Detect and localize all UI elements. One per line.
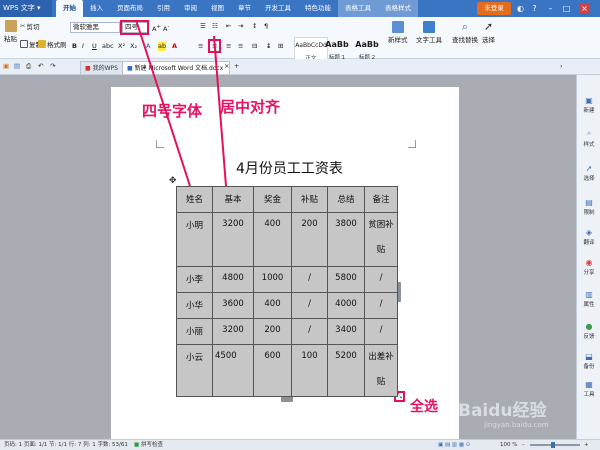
margin-mark-left <box>156 140 164 148</box>
table-cell[interactable]: 400 <box>253 212 292 267</box>
table-cell[interactable]: 小华 <box>176 292 213 319</box>
watermark-brand: Baidu经验 <box>458 401 547 421</box>
table-cell[interactable]: 3200 <box>212 318 254 345</box>
sidebar-label: 新建 <box>583 108 595 114</box>
style-icon: ᴬ <box>587 130 591 139</box>
document-title[interactable]: 4月份员工工资表 <box>236 158 343 178</box>
table-cell[interactable]: / <box>291 266 328 293</box>
new-doc-icon: ▣ <box>585 96 593 105</box>
view-mode-icons[interactable]: ▣ ▤ ▥ ▦ ⊙ <box>438 440 470 450</box>
sidebar-label: 选择 <box>583 176 595 182</box>
sidebar-item-new[interactable]: ▣ 新建 <box>577 96 600 115</box>
table-cell[interactable]: / <box>291 318 328 345</box>
right-task-pane: ▣ 新建 ᴬ 样式 ➚ 选择 ▤ 限制 ◈ 翻译 ◉ 分享 ▥ 属性 ● 反馈 ⬓ 备份 ▦ 工具 <box>576 75 600 439</box>
sidebar-label: 备份 <box>583 364 595 370</box>
sidebar-item-backup[interactable]: ⬓ 备份 <box>577 352 600 371</box>
sidebar-label: 反馈 <box>583 334 595 340</box>
table-cell[interactable]: / <box>364 318 398 345</box>
check-icon: ■ <box>134 442 140 448</box>
watermark: Baidu经验 jingyan.baidu.com <box>458 396 549 429</box>
tools-icon: ▦ <box>585 380 593 389</box>
table-cell[interactable]: 5800 <box>327 266 365 293</box>
salary-table[interactable]: 姓名 基本 奖金 补贴 总结 备注 小明 3200 400 200 3800 贫… <box>176 186 398 397</box>
sidebar-label: 限制 <box>583 210 595 216</box>
table-cell[interactable]: / <box>364 266 398 293</box>
table-row: 小李 4800 1000 / 5800 / <box>176 266 398 293</box>
sidebar-item-style[interactable]: ᴬ 样式 <box>577 130 600 149</box>
sidebar-item-restrict[interactable]: ▤ 限制 <box>577 198 600 217</box>
sidebar-item-properties[interactable]: ▥ 属性 <box>577 290 600 309</box>
backup-icon: ⬓ <box>585 352 593 361</box>
arrow-to-alignment <box>213 35 227 187</box>
table-cell[interactable]: 600 <box>253 344 292 397</box>
table-cell[interactable]: 3200 <box>212 212 254 267</box>
sidebar-item-select[interactable]: ➚ 选择 <box>577 164 600 183</box>
spell-check-label: 拼写检查 <box>140 442 163 448</box>
table-cell[interactable]: / <box>364 292 398 319</box>
sidebar-label: 样式 <box>583 142 595 148</box>
table-cell[interactable]: 200 <box>253 318 292 345</box>
status-bar: 页码: 1 页面: 1/1 节: 1/1 行: 7 列: 1 字数: 53/61… <box>0 439 600 450</box>
watermark-url: jingyan.baidu.com <box>484 421 549 429</box>
sidebar-item-tools[interactable]: ▦ 工具 <box>577 380 600 399</box>
spell-check-status[interactable]: ■ 拼写检查 <box>134 440 163 450</box>
table-row: 小明 3200 400 200 3800 贫困补贴 <box>176 212 398 267</box>
properties-icon: ▥ <box>585 290 593 299</box>
lock-icon: ▤ <box>585 198 593 207</box>
table-cell[interactable]: 3800 <box>327 212 365 267</box>
status-info: 页码: 1 页面: 1/1 节: 1/1 行: 7 列: 1 字数: 53/61 <box>4 442 128 448</box>
margin-mark-right <box>408 140 416 148</box>
table-row: 小云 4500 600 100 5200 出差补贴 <box>176 344 398 397</box>
sidebar-label: 分享 <box>583 270 595 276</box>
table-row: 小华 3600 400 / 4000 / <box>176 292 398 319</box>
header-total[interactable]: 总结 <box>327 186 365 213</box>
zoom-in-icon[interactable]: + <box>584 440 589 450</box>
header-base[interactable]: 基本 <box>212 186 254 213</box>
table-row: 小丽 3200 200 / 3400 / <box>176 318 398 345</box>
translate-icon: ◈ <box>585 228 593 237</box>
zoom-slider-thumb[interactable] <box>551 442 555 448</box>
header-remark[interactable]: 备注 <box>364 186 398 213</box>
table-cell[interactable]: 3600 <box>212 292 254 319</box>
zoom-slider[interactable] <box>530 444 580 446</box>
table-cell[interactable]: 100 <box>291 344 328 397</box>
sidebar-item-feedback[interactable]: ● 反馈 <box>577 322 600 341</box>
table-cell[interactable]: / <box>291 292 328 319</box>
table-header-row: 姓名 基本 奖金 补贴 总结 备注 <box>176 186 398 213</box>
table-cell[interactable]: 200 <box>291 212 328 267</box>
table-cell[interactable]: 出差补贴 <box>364 344 398 397</box>
table-cell[interactable]: 3400 <box>327 318 365 345</box>
header-bonus[interactable]: 奖金 <box>253 186 292 213</box>
sidebar-item-translate[interactable]: ◈ 翻译 <box>577 228 600 247</box>
sidebar-label: 属性 <box>583 302 595 308</box>
table-cell[interactable]: 5200 <box>327 344 365 397</box>
zoom-level[interactable]: 100 % <box>500 440 517 450</box>
table-move-handle-icon[interactable]: ✥ <box>169 177 177 186</box>
table-cell[interactable]: 小云 <box>176 344 213 397</box>
feedback-icon: ● <box>585 322 593 331</box>
table-cell[interactable]: 4000 <box>327 292 365 319</box>
table-cell[interactable]: 1000 <box>253 266 292 293</box>
table-cell[interactable]: 小李 <box>176 266 213 293</box>
table-cell[interactable]: 小丽 <box>176 318 213 345</box>
select-icon: ➚ <box>585 164 593 173</box>
table-cell[interactable]: 400 <box>253 292 292 319</box>
header-name[interactable]: 姓名 <box>176 186 213 213</box>
table-cell[interactable]: 小明 <box>176 212 213 267</box>
share-icon: ◉ <box>585 258 593 267</box>
table-cell[interactable]: 贫困补贴 <box>364 212 398 267</box>
arrow-to-font-size <box>135 19 191 187</box>
sidebar-label: 工具 <box>583 392 595 398</box>
sidebar-item-share[interactable]: ◉ 分享 <box>577 258 600 277</box>
sidebar-label: 翻译 <box>583 240 595 246</box>
table-cell[interactable]: 4800 <box>212 266 254 293</box>
table-cell[interactable]: 4500 <box>212 344 254 397</box>
header-allowance[interactable]: 补贴 <box>291 186 328 213</box>
zoom-out-icon[interactable]: – <box>522 440 525 450</box>
